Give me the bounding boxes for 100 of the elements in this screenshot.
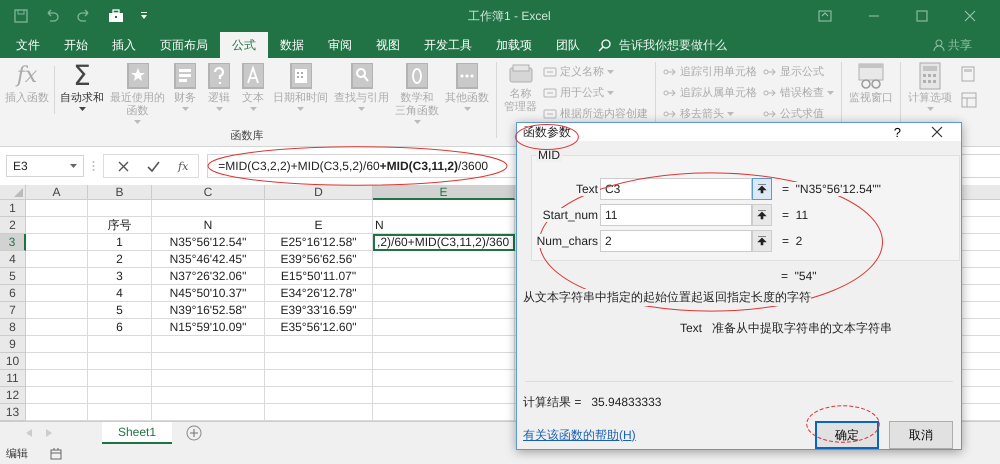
collapse-dialog-button[interactable] — [752, 178, 772, 200]
table-cell: N39°16'52.58" — [152, 302, 265, 319]
table-cell: ,2)/60+MID(C3,11,2)/360 — [373, 234, 515, 251]
empty-cell — [88, 353, 152, 370]
argument-field[interactable]: 2 — [600, 230, 752, 252]
empty-cell — [88, 336, 152, 353]
row-header[interactable]: 11 — [0, 370, 26, 387]
ribbon-display-icon[interactable] — [818, 10, 832, 22]
cancel-icon[interactable] — [118, 160, 129, 172]
insert-function-button[interactable]: fx — [178, 160, 188, 172]
row-header[interactable]: 8 — [0, 319, 26, 336]
row-header[interactable]: 1 — [0, 200, 26, 217]
function-book-icon — [455, 62, 479, 90]
help-button[interactable]: ? — [890, 124, 905, 140]
function-result: = "54" — [781, 269, 818, 283]
table-cell: 4 — [88, 285, 152, 302]
function-description: 从文本字符串中指定的起始位置起返回指定长度的字符 — [523, 289, 811, 306]
close-icon[interactable] — [931, 126, 943, 138]
collapse-arrow-icon — [757, 184, 767, 194]
table-cell: 2 — [88, 251, 152, 268]
row-header[interactable]: 13 — [0, 404, 26, 421]
row-header[interactable]: 6 — [0, 285, 26, 302]
table-cell: E — [265, 217, 373, 234]
calculation-result: 计算结果 = 35.94833333 — [523, 394, 662, 411]
argument-field[interactable]: C3 — [600, 178, 752, 200]
group-label: 函数库 — [230, 128, 264, 143]
enter-check-icon[interactable] — [147, 160, 160, 172]
ribbon-button[interactable]: Σ 自动求和 — [57, 62, 107, 111]
sheet-tab[interactable]: Sheet1 — [102, 422, 172, 444]
ribbon-tab[interactable]: 开始 — [52, 32, 100, 58]
sum-icon: Σ — [73, 62, 91, 90]
small-command-icon — [543, 86, 557, 100]
ribbon-tab[interactable]: 文件 — [4, 32, 52, 58]
column-header[interactable]: B — [88, 185, 152, 200]
help-link[interactable]: 有关该函数的帮助(H) — [523, 426, 636, 444]
function-icon: fx — [16, 62, 38, 90]
row-header[interactable]: 10 — [0, 353, 26, 370]
table-cell: 1 — [88, 234, 152, 251]
row-header[interactable]: 7 — [0, 302, 26, 319]
argument-field[interactable]: 11 — [600, 204, 752, 226]
row-header[interactable]: 2 — [0, 217, 26, 234]
ribbon-tab[interactable]: 团队 — [544, 32, 592, 58]
ok-button[interactable]: 确定 — [815, 421, 879, 449]
column-header[interactable]: D — [265, 185, 373, 200]
search-icon — [598, 38, 611, 52]
watch-window-icon — [857, 62, 885, 90]
small-command-icon — [543, 106, 557, 120]
tell-me-field[interactable]: 告诉我你想要做什么 — [617, 37, 761, 53]
ribbon-tab[interactable]: 加载项 — [484, 32, 544, 58]
collapse-arrow-icon — [757, 236, 767, 246]
table-cell: N — [373, 217, 515, 234]
ribbon-tab[interactable]: 页面布局 — [148, 32, 220, 58]
column-header[interactable]: E — [373, 185, 515, 200]
table-cell: E25°16'12.58" — [265, 234, 373, 251]
calculator-icon — [919, 62, 941, 90]
ribbon-tab[interactable]: 开发工具 — [412, 32, 484, 58]
argument-value: = 11 — [782, 208, 808, 222]
table-cell: N45°50'10.37" — [152, 285, 265, 302]
ribbon-tab[interactable]: 插入 — [100, 32, 148, 58]
cancel-button[interactable]: 取消 — [889, 421, 953, 449]
table-cell: N37°26'32.06" — [152, 268, 265, 285]
empty-cell — [88, 200, 152, 217]
status-mode: 编辑 — [6, 447, 28, 461]
row-header[interactable]: 5 — [0, 268, 26, 285]
table-cell: 5 — [88, 302, 152, 319]
function-book-icon — [241, 62, 265, 90]
ribbon-tab[interactable]: 数据 — [268, 32, 316, 58]
briefcase-icon[interactable] — [108, 9, 124, 23]
customize-caret-icon[interactable] — [140, 12, 148, 20]
row-header[interactable]: 3 — [0, 234, 26, 251]
table-cell: 序号 — [88, 217, 152, 234]
person-icon — [933, 38, 945, 52]
ribbon-tab[interactable]: 视图 — [364, 32, 412, 58]
ribbon-tab[interactable]: 审阅 — [316, 32, 364, 58]
row-header[interactable]: 12 — [0, 387, 26, 404]
table-cell: N15°59'10.09" — [152, 319, 265, 336]
drag-handle-icon[interactable] — [92, 160, 95, 172]
row-header[interactable]: 9 — [0, 336, 26, 353]
name-box[interactable]: E3 — [6, 155, 84, 177]
collapse-dialog-button[interactable] — [752, 204, 772, 226]
column-header[interactable]: A — [26, 185, 88, 200]
table-cell: E34°26'12.78" — [265, 285, 373, 302]
save-icon[interactable] — [14, 9, 28, 23]
row-header[interactable]: 4 — [0, 251, 26, 268]
column-header[interactable]: C — [152, 185, 265, 200]
table-cell: E35°56'12.60" — [265, 319, 373, 336]
function-name: MID — [536, 148, 562, 162]
annotation-ellipse — [515, 124, 579, 150]
empty-cell — [88, 387, 152, 404]
small-command-icon — [543, 64, 557, 78]
collapse-dialog-button[interactable] — [752, 230, 772, 252]
ribbon-tab[interactable]: 公式 — [220, 32, 268, 58]
dialog-title: 函数参数 — [523, 124, 571, 140]
window-title: 工作簿1 - Excel — [468, 8, 551, 24]
table-cell: N — [152, 217, 265, 234]
empty-cell — [88, 370, 152, 387]
maximize-icon[interactable] — [916, 10, 928, 22]
add-sheet-icon[interactable] — [186, 424, 202, 440]
function-book-icon — [405, 62, 429, 90]
function-book-icon — [173, 62, 197, 90]
